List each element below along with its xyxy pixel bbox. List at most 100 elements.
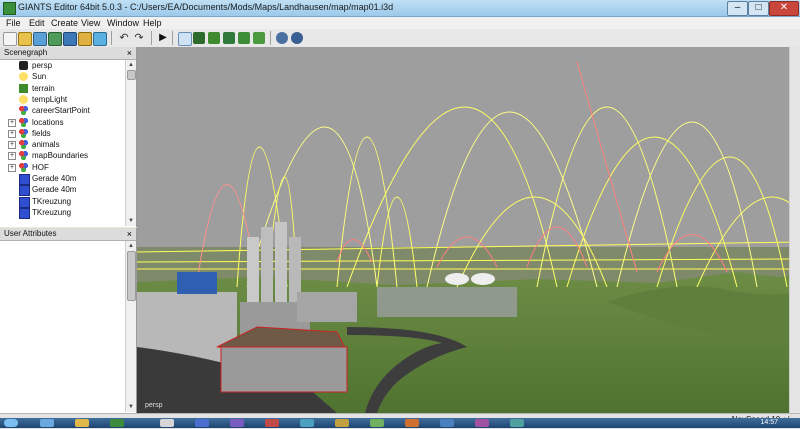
toolbar-separator [111,31,112,45]
plant-paint-icon[interactable] [253,32,265,44]
close-icon[interactable]: × [127,47,132,59]
title-bar: GIANTS Editor 64bit 5.0.3 - C:/Users/EA/… [0,0,800,17]
scenegraph-item[interactable]: + locations [0,117,124,128]
foliage-paint-icon[interactable] [223,32,235,44]
expand-icon[interactable]: + [8,118,16,127]
scenegraph-item-label: TKreuzung [32,196,72,206]
shape-icon [19,207,30,219]
maximize-button[interactable]: □ [748,1,769,16]
menu-create[interactable]: Create [51,17,78,29]
scene-render: persp [137,47,800,413]
reload-icon[interactable] [93,32,107,46]
menu-file[interactable]: File [6,17,21,29]
expand-icon[interactable]: + [8,129,16,138]
minimize-button[interactable]: – [727,1,748,16]
scenegraph-item[interactable]: careerStartPoint [0,105,124,116]
scenegraph-item[interactable]: TKreuzung [0,196,124,208]
scroll-up-icon[interactable]: ▲ [127,61,135,69]
open-folder-icon[interactable] [18,32,32,46]
toolbar-separator [270,31,271,45]
app-icon[interactable] [265,419,279,427]
expand-icon[interactable]: + [8,152,16,161]
close-button[interactable]: ✕ [769,1,799,16]
save-icon[interactable] [33,32,47,46]
toolbar-separator [151,31,152,45]
grass-paint-icon[interactable] [238,32,250,44]
scroll-down-icon[interactable]: ▼ [127,403,135,411]
window-title: GIANTS Editor 64bit 5.0.3 - C:/Users/EA/… [18,2,394,12]
scroll-down-icon[interactable]: ▼ [127,217,135,225]
ie-icon[interactable] [40,419,54,427]
undo-icon[interactable]: ↶ [118,32,130,44]
menu-view[interactable]: View [81,17,100,29]
scenegraph-item-label: mapBoundaries [32,151,89,161]
menu-help[interactable]: Help [143,17,162,29]
close-icon[interactable]: × [127,228,132,240]
play-icon[interactable]: ▶ [157,32,169,44]
scenegraph-item[interactable]: persp [0,60,124,71]
scrollbar-thumb[interactable] [127,251,136,301]
redo-icon[interactable]: ↷ [133,32,145,44]
scenegraph-item[interactable]: tempLight [0,94,124,105]
3d-viewport[interactable]: persp [137,47,800,413]
scenegraph-item[interactable]: + fields [0,128,124,139]
scenegraph-item[interactable]: Gerade 40m [0,173,124,185]
start-icon[interactable] [4,419,18,427]
dome [471,273,495,285]
terrain-sculpt-icon[interactable] [193,32,205,44]
app-icon[interactable] [160,419,174,427]
scroll-up-icon[interactable]: ▲ [127,242,135,250]
select-tool-icon[interactable] [178,32,192,46]
app-icon[interactable] [300,419,314,427]
user-attributes-scrollbar[interactable]: ▲ ▼ [125,241,136,412]
scenegraph-item[interactable]: TKreuzung [0,207,124,219]
scenegraph-item-label: persp [32,61,53,70]
app-icon[interactable] [230,419,244,427]
scenegraph-item[interactable]: + HOF [0,162,124,173]
menu-edit[interactable]: Edit [29,17,45,29]
viewport-scrollbar[interactable] [789,47,800,413]
scenegraph-item-label: careerStartPoint [32,106,90,116]
scenegraph-item-label: animals [32,140,60,150]
expand-icon[interactable]: + [8,163,16,172]
explorer-icon[interactable] [75,419,89,427]
transform-group-icon [19,162,28,172]
app-icon[interactable] [510,419,524,427]
expand-icon[interactable]: + [8,141,16,150]
scrollbar-thumb[interactable] [127,70,136,80]
scenegraph-panel: Scenegraph × persp Sun terrain tempLight car… [0,47,137,227]
menu-window[interactable]: Window [107,17,139,29]
app-icon[interactable] [475,419,489,427]
import-icon[interactable] [48,32,62,46]
save-all-icon[interactable] [78,32,92,46]
app-icon[interactable] [405,419,419,427]
scenegraph-item[interactable]: Gerade 40m [0,184,124,197]
clock: 14:57 [760,419,778,426]
scenegraph-header: Scenegraph × [0,47,136,60]
greenhouses [377,287,517,317]
toolbar: ↶ ↷ ▶ [0,29,800,48]
scenegraph-item[interactable]: terrain [0,83,124,94]
settings-icon[interactable] [291,32,303,44]
scenegraph-item[interactable]: + animals [0,139,124,150]
light-icon [19,94,28,104]
scenegraph-item-label: TKreuzung [32,207,72,217]
export-icon[interactable] [63,32,77,46]
app-icon[interactable] [440,419,454,427]
scenegraph-scrollbar[interactable]: ▲ ▼ [125,60,136,226]
dome [445,273,469,285]
terrain-paint-icon[interactable] [208,32,220,44]
editor-icon[interactable] [110,419,124,427]
scenegraph-item[interactable]: + mapBoundaries [0,150,124,161]
scenegraph-item-label: fields [32,128,51,138]
taskbar: 14:57 [0,418,800,428]
transform-group-icon [19,117,28,127]
user-attributes-header: User Attributes × [0,228,136,241]
new-file-icon[interactable] [3,32,17,46]
app-icon[interactable] [335,419,349,427]
gear-icon[interactable] [276,32,288,44]
app-icon[interactable] [370,419,384,427]
warehouse [297,292,357,322]
scenegraph-item[interactable]: Sun [0,71,124,82]
app-icon[interactable] [195,419,209,427]
